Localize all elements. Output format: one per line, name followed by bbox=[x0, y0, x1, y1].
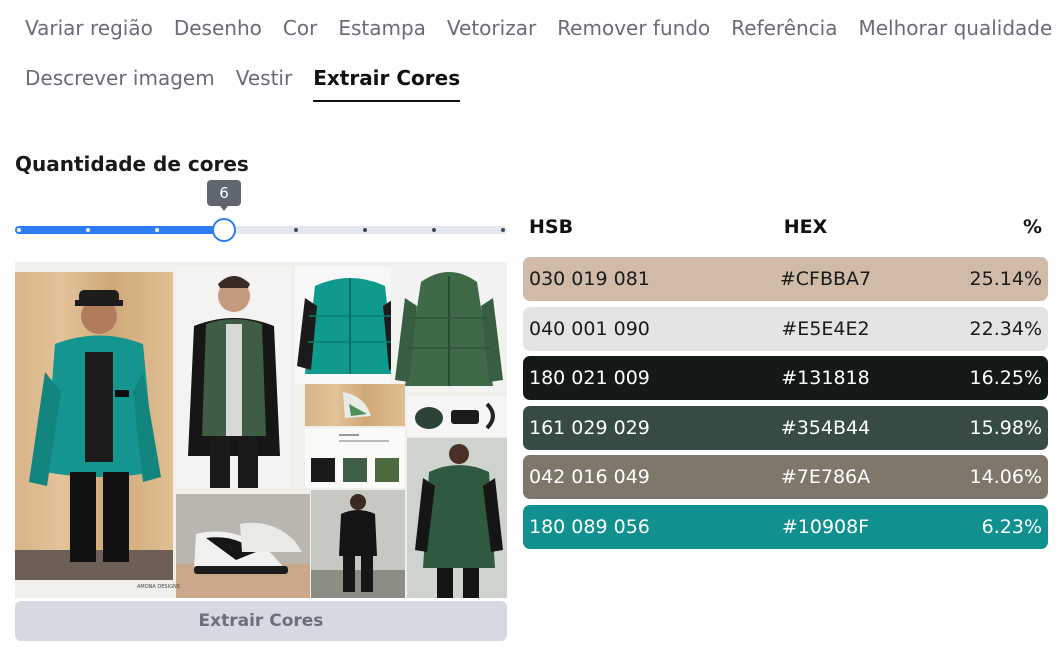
color-row[interactable]: 040 001 090 #E5E4E2 22.34% bbox=[523, 306, 1048, 351]
extract-colors-button[interactable]: Extrair Cores bbox=[15, 601, 507, 641]
swatch-card-icon bbox=[311, 434, 399, 482]
color-row-hsb: 040 001 090 bbox=[529, 317, 650, 340]
green-parka-icon bbox=[395, 272, 503, 386]
source-image-collage: AMONA DESIGNS bbox=[15, 262, 507, 598]
tab-vestir[interactable]: Vestir bbox=[236, 62, 292, 100]
outdoor-man-icon bbox=[415, 444, 503, 598]
teal-jacket-man-icon bbox=[15, 290, 173, 580]
color-row-hsb: 042 016 049 bbox=[529, 466, 650, 489]
color-table-rows: 030 019 081 #CFBBA7 25.14% 040 001 090 #E5E4… bbox=[523, 257, 1048, 549]
collage-photo-teal-jacket bbox=[15, 272, 173, 580]
header-hex: HEX bbox=[783, 216, 828, 238]
sneaker-small-icon bbox=[343, 392, 371, 418]
color-row-hsb: 161 029 029 bbox=[529, 416, 650, 439]
slider-step-dot bbox=[432, 228, 436, 232]
color-row-hex: #10908F bbox=[781, 515, 870, 538]
color-row-percent: 6.23% bbox=[981, 515, 1042, 538]
color-row[interactable]: 030 019 081 #CFBBA7 25.14% bbox=[523, 257, 1048, 301]
slider-step-dot bbox=[501, 228, 505, 232]
color-row-hex: #354B44 bbox=[780, 416, 871, 439]
slider-value-tooltip: 6 bbox=[207, 180, 241, 211]
tab-referencia[interactable]: Referência bbox=[731, 12, 837, 50]
color-row-hsb: 180 089 056 bbox=[529, 515, 650, 538]
color-row-percent: 14.06% bbox=[969, 466, 1042, 489]
slider-step-dot bbox=[363, 228, 367, 232]
color-row[interactable]: 161 029 029 #354B44 15.98% bbox=[523, 405, 1048, 450]
tab-bar: Variar região Desenho Cor Estampa Vetori… bbox=[25, 12, 1055, 112]
tab-estampa[interactable]: Estampa bbox=[338, 12, 426, 50]
walking-man-icon bbox=[311, 494, 405, 598]
tab-descrever-imagem[interactable]: Descrever imagem bbox=[25, 62, 215, 100]
slider-step-dot bbox=[155, 228, 159, 232]
color-table-header: HSB HEX % bbox=[523, 216, 1048, 246]
collage-photo-walking-man bbox=[311, 490, 405, 598]
green-vest-man-icon bbox=[188, 276, 280, 488]
color-table: HSB HEX % 030 019 081 #CFBBA7 25.14% 040 00… bbox=[523, 216, 1048, 555]
color-row-hex: #131818 bbox=[781, 367, 870, 390]
collage-photo-sneakers bbox=[176, 494, 310, 598]
color-row-hsb: 180 021 009 bbox=[529, 367, 650, 390]
color-row-hex: #7E786A bbox=[780, 466, 871, 489]
tab-row-1: Variar região Desenho Cor Estampa Vetori… bbox=[25, 12, 1055, 62]
teal-puffer-icon bbox=[297, 278, 403, 374]
tab-melhorar-qualidade[interactable]: Melhorar qualidade bbox=[859, 12, 1053, 50]
collage-swatch-card bbox=[305, 428, 405, 488]
accessories-icon bbox=[415, 402, 495, 430]
slider-fill bbox=[15, 226, 224, 234]
color-row[interactable]: 180 089 056 #10908F 6.23% bbox=[523, 504, 1048, 549]
color-row-percent: 22.34% bbox=[969, 317, 1042, 340]
tab-row-2: Descrever imagem Vestir Extrair Cores bbox=[25, 62, 1055, 112]
tab-remover-fundo[interactable]: Remover fundo bbox=[557, 12, 710, 50]
collage-photo-green-parka bbox=[391, 262, 507, 392]
slider-step-dot bbox=[17, 228, 21, 232]
slider-step-dot bbox=[294, 228, 298, 232]
collage-photo-green-vest bbox=[176, 266, 291, 488]
tab-vetorizar[interactable]: Vetorizar bbox=[447, 12, 536, 50]
tab-variar-regiao[interactable]: Variar região bbox=[25, 12, 153, 50]
tab-cor[interactable]: Cor bbox=[283, 12, 317, 50]
color-row-percent: 16.25% bbox=[969, 367, 1042, 390]
sneakers-icon bbox=[176, 522, 310, 598]
slider-step-dot bbox=[86, 228, 90, 232]
tab-extrair-cores[interactable]: Extrair Cores bbox=[313, 62, 461, 102]
tab-desenho[interactable]: Desenho bbox=[174, 12, 262, 50]
collage-caption: AMONA DESIGNS bbox=[137, 584, 180, 590]
collage-photo-accessories bbox=[407, 396, 507, 436]
header-percent: % bbox=[1022, 216, 1042, 238]
color-row-hex: #CFBBA7 bbox=[779, 268, 872, 290]
color-row-hex: #E5E4E2 bbox=[781, 317, 870, 340]
header-hsb: HSB bbox=[529, 216, 574, 238]
color-row-percent: 15.98% bbox=[969, 416, 1042, 439]
color-row-hsb: 030 019 081 bbox=[529, 268, 650, 290]
collage-photo-teal-puffer bbox=[295, 266, 405, 384]
slider-thumb[interactable] bbox=[212, 218, 236, 242]
collage-photo-sneaker-small bbox=[305, 384, 405, 426]
collage-photo-outdoor-man bbox=[407, 438, 507, 598]
color-count-slider[interactable]: 6 bbox=[15, 180, 507, 242]
color-row-percent: 25.14% bbox=[969, 268, 1042, 290]
color-row[interactable]: 042 016 049 #7E786A 14.06% bbox=[523, 455, 1048, 500]
color-count-title: Quantidade de cores bbox=[15, 152, 249, 176]
color-row[interactable]: 180 021 009 #131818 16.25% bbox=[523, 356, 1048, 401]
